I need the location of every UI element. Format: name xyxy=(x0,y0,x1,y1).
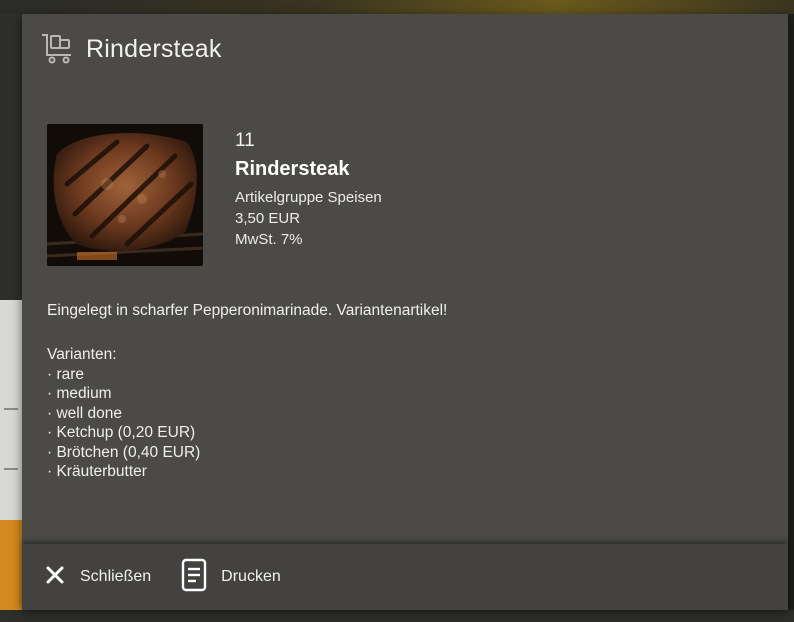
product-tax: MwSt. 7% xyxy=(235,231,303,248)
product-name: Rindersteak xyxy=(235,158,350,180)
background-divider xyxy=(4,408,18,410)
dialog-footer: Schließen Drucken xyxy=(22,544,788,610)
background-highlight-strip xyxy=(0,520,22,610)
list-item: · well done xyxy=(47,404,122,422)
product-number: 11 xyxy=(235,130,255,151)
close-button-label: Schließen xyxy=(80,568,152,585)
product-info: 11 Rindersteak Artikelgruppe Speisen 3,5… xyxy=(235,130,382,266)
print-button[interactable]: Drucken xyxy=(181,555,281,599)
product-detail-dialog: Rindersteak 11 Rindersteak Artikelgruppe… xyxy=(22,14,788,610)
variants-heading: Varianten: xyxy=(47,346,117,363)
background-topbar xyxy=(0,0,794,14)
product-summary: 11 Rindersteak Artikelgruppe Speisen 3,5… xyxy=(47,124,382,266)
cart-icon xyxy=(40,31,76,67)
dialog-header: Rindersteak xyxy=(22,14,788,84)
document-icon xyxy=(181,558,207,597)
list-item: · Ketchup (0,20 EUR) xyxy=(47,424,196,441)
grilled-steak-image xyxy=(47,124,203,266)
variants-list: Varianten: · rare · medium · well done ·… xyxy=(47,345,200,482)
product-description: Eingelegt in scharfer Pepperonimarinade.… xyxy=(47,302,448,319)
list-item: · Kräuterbutter xyxy=(47,463,147,480)
close-button[interactable]: Schließen xyxy=(44,555,151,599)
background-divider xyxy=(4,468,18,470)
list-item: · rare xyxy=(47,365,85,383)
list-item: · medium xyxy=(47,385,112,402)
dialog-title: Rindersteak xyxy=(86,34,222,63)
product-image xyxy=(47,124,203,266)
list-item: · Brötchen (0,40 EUR) xyxy=(47,443,201,461)
product-group: Artikelgruppe Speisen xyxy=(235,189,382,206)
print-button-label: Drucken xyxy=(221,568,281,585)
product-price: 3,50 EUR xyxy=(235,210,301,227)
background-edge xyxy=(788,14,794,610)
close-icon xyxy=(44,564,66,591)
